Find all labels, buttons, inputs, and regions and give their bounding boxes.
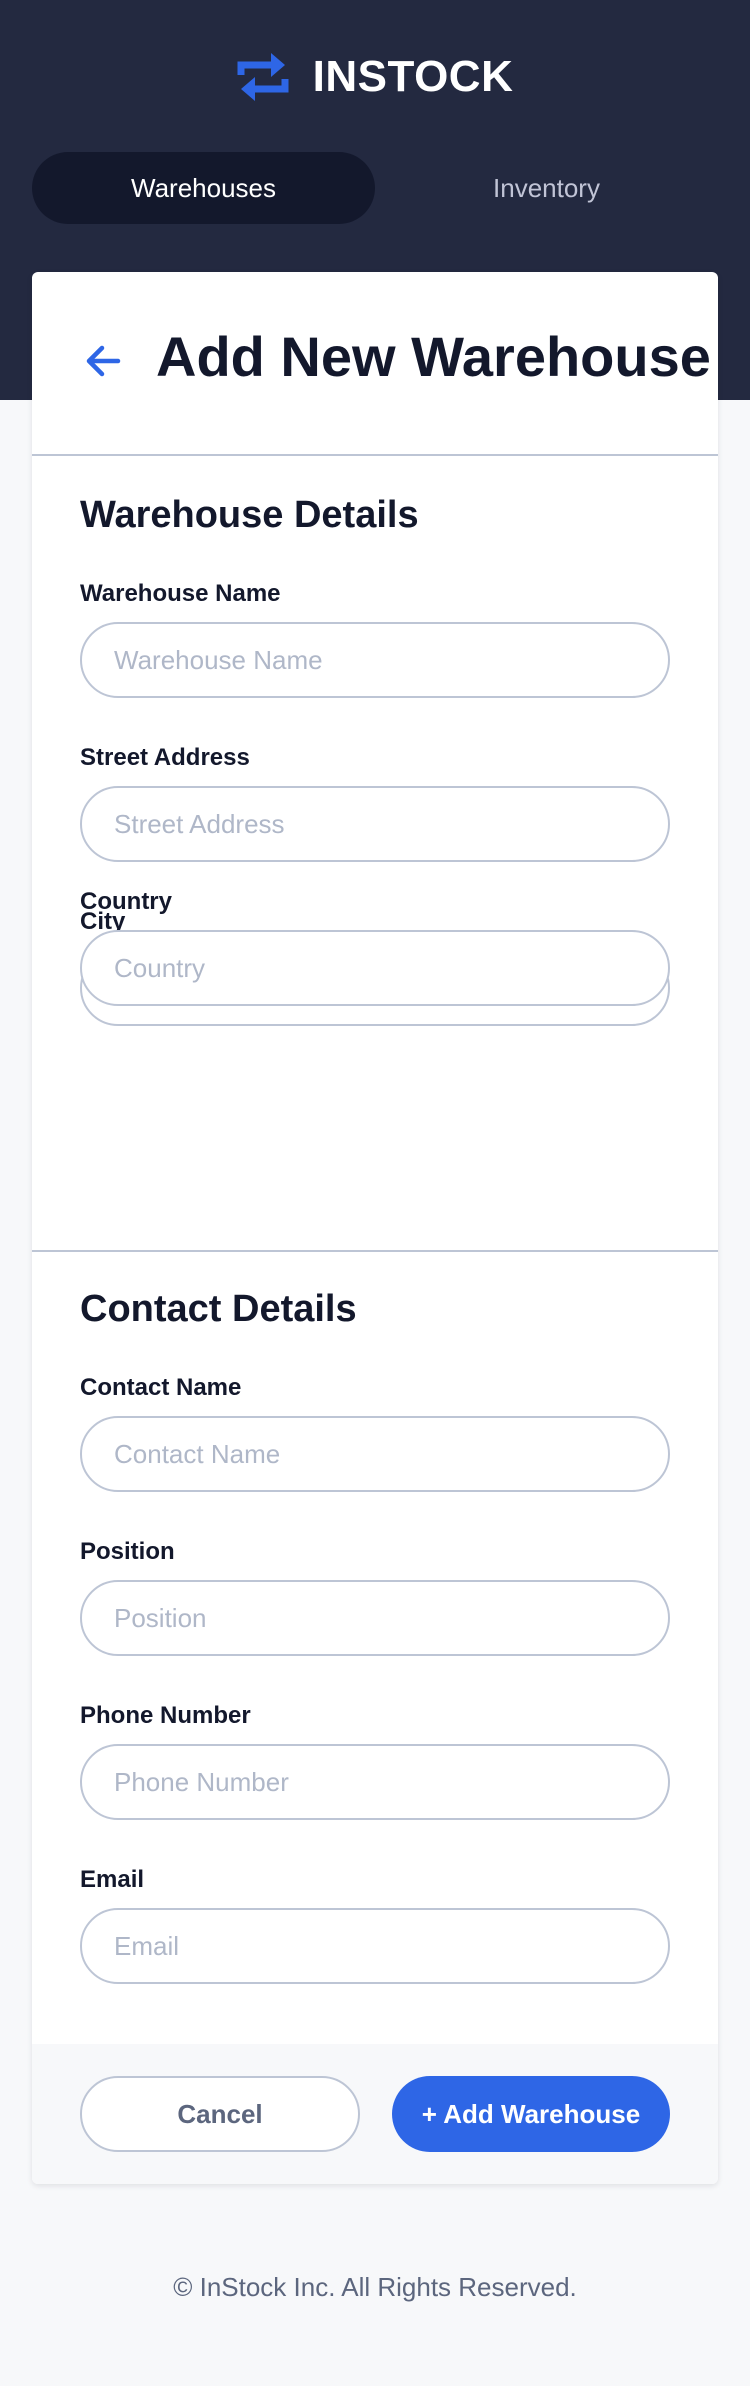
street-address-label: Street Address: [80, 744, 250, 771]
contact-name-label: Contact Name: [80, 1374, 242, 1401]
contact-details-section: Contact Details Contact Name Position Ph…: [32, 1252, 718, 2044]
section-title-warehouse-details: Warehouse Details: [80, 494, 419, 536]
phone-number-input[interactable]: [80, 1744, 670, 1820]
form-actions: Cancel + Add Warehouse: [32, 2044, 718, 2184]
main-nav: Warehouses Inventory: [32, 152, 718, 224]
nav-tab-inventory[interactable]: Inventory: [375, 152, 718, 224]
footer-copyright: © InStock Inc. All Rights Reserved.: [173, 2272, 577, 2302]
nav-tab-warehouses[interactable]: Warehouses: [32, 152, 375, 224]
warehouse-name-label: Warehouse Name: [80, 580, 281, 607]
cancel-button[interactable]: Cancel: [80, 2076, 360, 2152]
position-label: Position: [80, 1538, 175, 1565]
street-address-input[interactable]: [80, 786, 670, 862]
add-warehouse-card: Add New Warehouse Warehouse Details Ware…: [32, 272, 718, 2184]
contact-name-input[interactable]: [80, 1416, 670, 1492]
card-header: Add New Warehouse: [32, 272, 718, 456]
add-warehouse-button[interactable]: + Add Warehouse: [392, 2076, 670, 2152]
brand-name: INSTOCK: [312, 52, 514, 101]
swap-arrows-icon: [237, 53, 289, 101]
arrow-left-icon[interactable]: [84, 342, 122, 380]
country-input[interactable]: [80, 930, 670, 1006]
page-title: Add New Warehouse: [156, 325, 711, 388]
position-input[interactable]: [80, 1580, 670, 1656]
section-title-contact-details: Contact Details: [80, 1288, 357, 1330]
logo[interactable]: INSTOCK: [0, 42, 750, 112]
country-label: Country: [80, 888, 172, 915]
email-input[interactable]: [80, 1908, 670, 1984]
warehouse-name-input[interactable]: [80, 622, 670, 698]
warehouse-country-group: Country: [32, 888, 718, 1252]
phone-number-label: Phone Number: [80, 1702, 251, 1729]
email-label: Email: [80, 1866, 145, 1893]
